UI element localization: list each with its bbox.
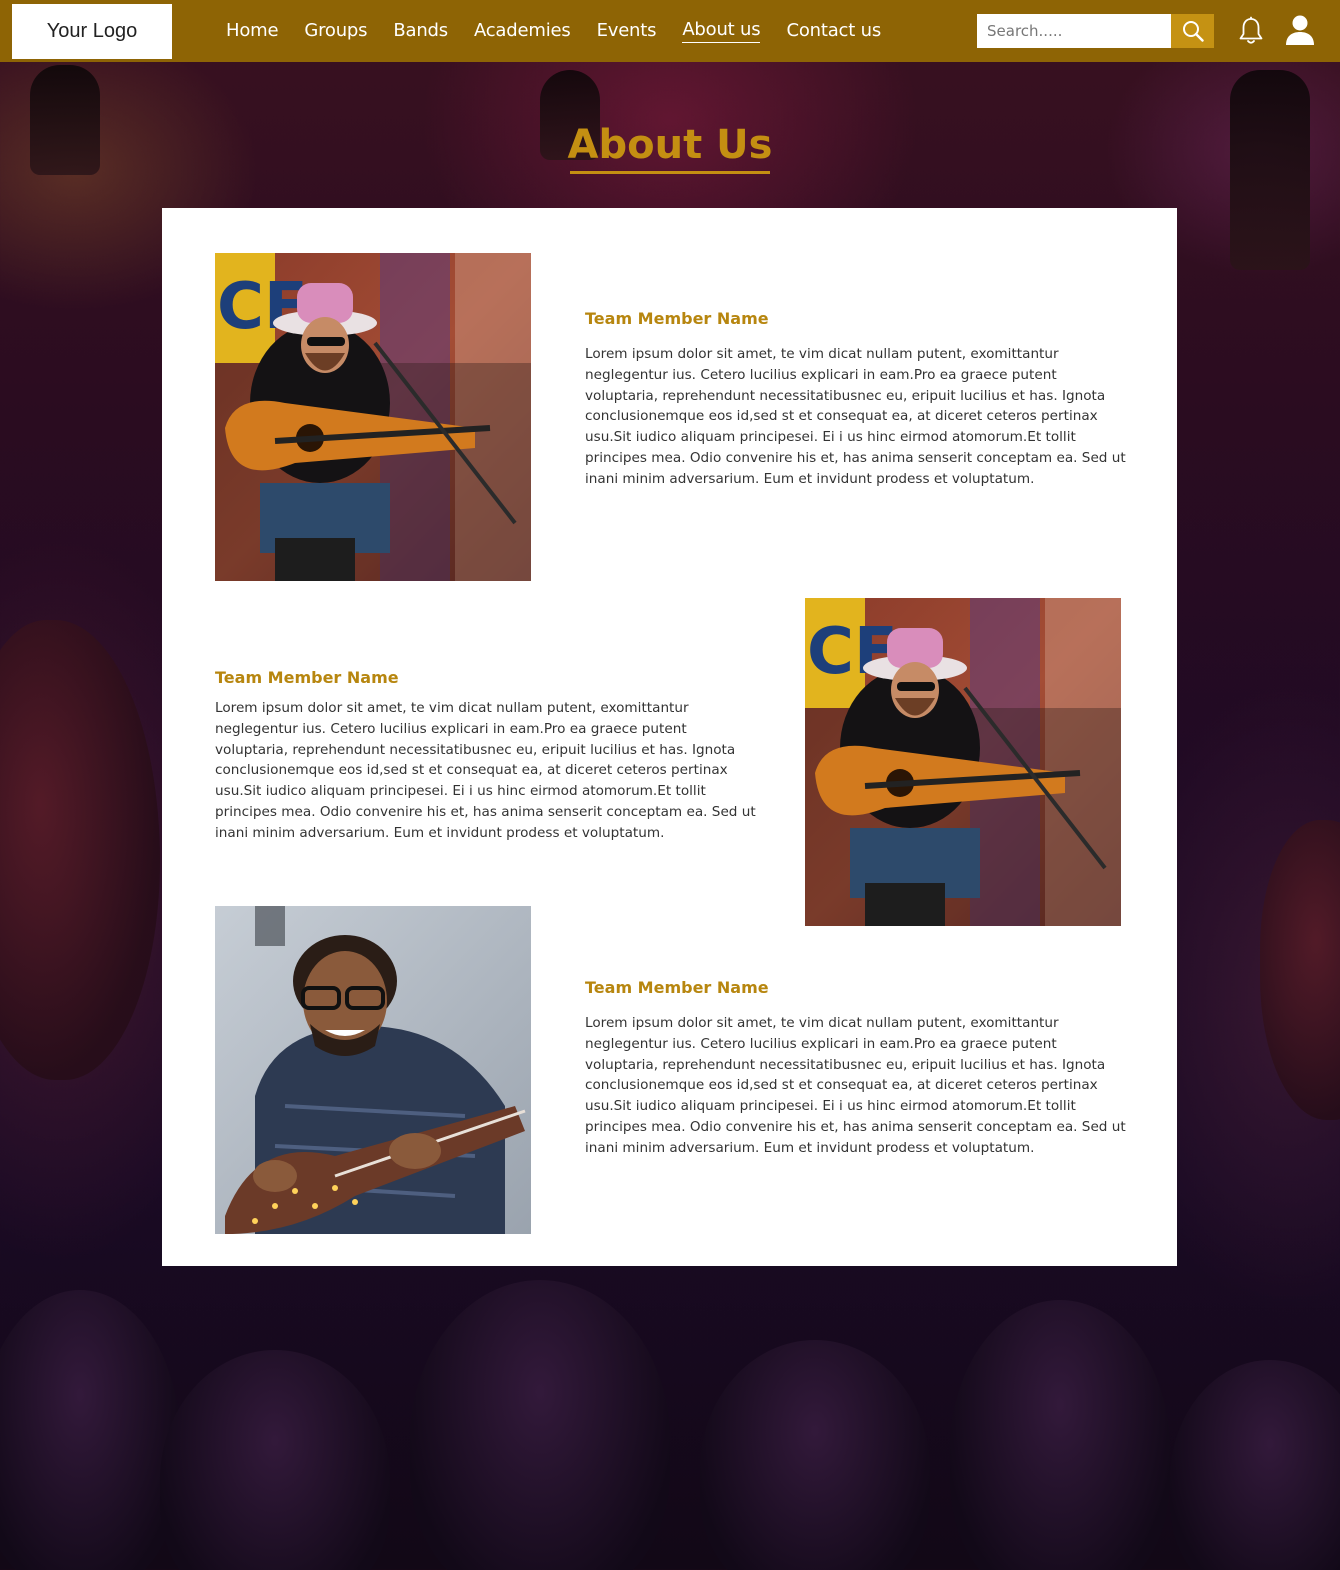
crowd-silhouette: [160, 1350, 390, 1570]
member-photo: CE: [215, 253, 531, 581]
logo[interactable]: Your Logo: [12, 4, 172, 59]
member-name: Team Member Name: [215, 668, 399, 687]
background-guitarist-right: [1260, 820, 1340, 1120]
member-name: Team Member Name: [585, 309, 769, 328]
title-underline: [570, 171, 770, 174]
nav-about-us[interactable]: About us: [682, 19, 761, 43]
main-nav: Home Groups Bands Academies Events About…: [226, 0, 907, 62]
smiling-guitarist-photo: [215, 906, 531, 1234]
crowd-silhouette: [950, 1300, 1170, 1570]
user-icon[interactable]: [1285, 14, 1315, 46]
member-bio: Lorem ipsum dolor sit amet, te vim dicat…: [585, 1015, 1126, 1156]
search-button[interactable]: [1171, 14, 1214, 48]
search-input[interactable]: [977, 14, 1172, 48]
member-bio: Lorem ipsum dolor sit amet, te vim dicat…: [585, 346, 1126, 487]
member-photo: CE: [805, 598, 1121, 926]
page-title: About Us: [567, 122, 773, 168]
guitarist-hat-photo: CE: [805, 598, 1121, 926]
about-card: CE Team Member Name Lorem ipsum dolor si…: [162, 208, 1177, 1266]
nav-groups[interactable]: Groups: [304, 20, 367, 43]
crowd-silhouette: [700, 1340, 930, 1570]
stage-light-right: [1230, 70, 1310, 270]
nav-academies[interactable]: Academies: [474, 20, 571, 43]
crowd-silhouette: [410, 1280, 670, 1570]
member-bio: Lorem ipsum dolor sit amet, te vim dicat…: [215, 700, 756, 841]
member-photo: [215, 906, 531, 1234]
crowd-silhouette: [0, 1290, 180, 1570]
nav-bands[interactable]: Bands: [393, 20, 448, 43]
nav-contact-us[interactable]: Contact us: [786, 20, 881, 43]
logo-text: Your Logo: [46, 20, 138, 42]
top-navbar: Your Logo Home Groups Bands Academies Ev…: [0, 0, 1340, 62]
search-icon: [1182, 21, 1204, 42]
nav-home[interactable]: Home: [226, 20, 279, 43]
crowd-silhouette: [1170, 1360, 1340, 1570]
background-guitarist-left: [0, 620, 160, 1080]
guitarist-hat-photo: CE: [215, 253, 531, 581]
nav-events[interactable]: Events: [597, 20, 657, 43]
member-name: Team Member Name: [585, 978, 769, 997]
bell-icon[interactable]: [1238, 16, 1264, 46]
